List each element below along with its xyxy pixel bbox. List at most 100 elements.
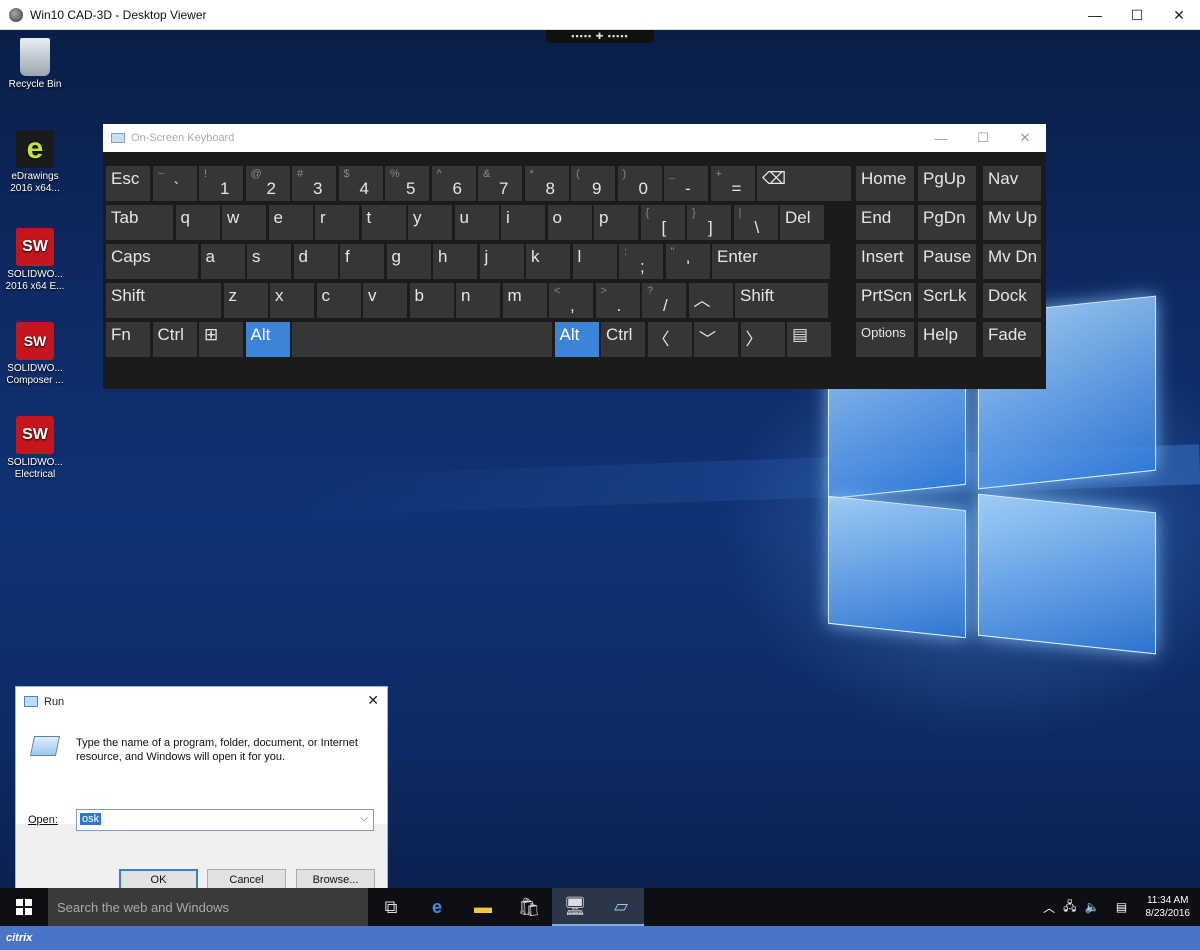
open-input-value[interactable]: osk	[80, 813, 102, 825]
osk-key[interactable]: Home	[856, 166, 914, 201]
osk-key[interactable]: r	[315, 205, 359, 240]
osk-key[interactable]: 〉	[740, 322, 785, 357]
osk-minimize-button[interactable]: —	[920, 124, 962, 152]
osk-key[interactable]: ScrLk	[918, 283, 976, 318]
osk-key[interactable]: ⊞	[199, 322, 243, 357]
edge-icon[interactable]: e	[414, 888, 460, 926]
osk-key[interactable]: Esc	[106, 166, 150, 201]
osk-key[interactable]: Shift	[106, 283, 221, 318]
osk-key[interactable]: c	[316, 283, 361, 318]
osk-key[interactable]: t	[361, 205, 406, 240]
osk-key[interactable]: w	[222, 205, 266, 240]
osk-key[interactable]: }]	[687, 205, 731, 240]
osk-key[interactable]: :;	[619, 244, 663, 279]
osk-key[interactable]: h	[433, 244, 477, 279]
osk-key[interactable]: ! 1	[199, 166, 243, 201]
osk-key[interactable]: PrtScn	[856, 283, 914, 318]
osk-key[interactable]: + =	[710, 166, 755, 201]
open-combobox[interactable]: osk ⌵	[76, 809, 374, 831]
desktop-icon-solidworks[interactable]: SW SOLIDWO... 2016 x64 E...	[0, 228, 70, 293]
osk-key[interactable]: v	[363, 283, 407, 318]
osk-key[interactable]: #3	[292, 166, 336, 201]
osk-key[interactable]: s	[247, 244, 291, 279]
osk-key[interactable]: ▤	[787, 322, 831, 357]
osk-key[interactable]: a	[200, 244, 245, 279]
clock[interactable]: 11:34 AM 8/23/2016	[1146, 894, 1191, 920]
osk-key[interactable]	[292, 322, 552, 357]
taskbar-search-box[interactable]: Search the web and Windows	[48, 888, 368, 926]
osk-key[interactable]: Del	[780, 205, 824, 240]
osk-key[interactable]: ~ `	[152, 166, 197, 201]
osk-key[interactable]: _ -	[664, 166, 708, 201]
network-icon[interactable]: 🖧	[1063, 897, 1076, 918]
osk-key[interactable]: Dock	[983, 283, 1041, 318]
osk-key[interactable]: g	[386, 244, 431, 279]
osk-key[interactable]: $4	[338, 166, 383, 201]
network-computer-icon[interactable]: 🖥	[552, 888, 598, 926]
run-close-button[interactable]: ✕	[367, 692, 379, 709]
osk-key[interactable]: e	[268, 205, 313, 240]
osk-key[interactable]: o	[547, 205, 592, 240]
osk-key[interactable]: Nav	[983, 166, 1041, 201]
osk-key[interactable]: Ctrl	[152, 322, 197, 357]
osk-key[interactable]: z	[223, 283, 268, 318]
osk-key[interactable]: Caps	[106, 244, 198, 279]
osk-key[interactable]: ^ 6	[431, 166, 476, 201]
osk-key[interactable]: Alt	[554, 322, 599, 357]
osk-key[interactable]: m	[502, 283, 547, 318]
osk-key[interactable]: Shift	[735, 283, 828, 318]
osk-key[interactable]: k	[526, 244, 570, 279]
osk-key[interactable]: ? /	[642, 283, 686, 318]
osk-key[interactable]: i	[501, 205, 545, 240]
osk-key[interactable]: ︿	[688, 283, 733, 318]
close-button[interactable]: ✕	[1158, 0, 1200, 30]
task-view-icon[interactable]: ⧉	[368, 888, 414, 926]
osk-key[interactable]: PgUp	[918, 166, 976, 201]
osk-key[interactable]: f	[340, 244, 384, 279]
osk-key[interactable]: Insert	[856, 244, 914, 279]
osk-key[interactable]: Fade	[983, 322, 1041, 357]
osk-key[interactable]: d	[293, 244, 338, 279]
osk-key[interactable]: Enter	[712, 244, 830, 279]
notification-icon[interactable]: ▤	[1108, 900, 1136, 914]
osk-key[interactable]: q	[175, 205, 220, 240]
osk-key[interactable]: <,	[549, 283, 593, 318]
osk-key[interactable]: b	[409, 283, 454, 318]
osk-key[interactable]: | \	[733, 205, 778, 240]
osk-key[interactable]: x	[270, 283, 314, 318]
osk-key[interactable]: n	[456, 283, 500, 318]
volume-icon[interactable]: 🔈	[1085, 900, 1100, 914]
osk-key[interactable]: l	[572, 244, 617, 279]
desktop-icon-solidworks-composer[interactable]: SW SOLIDWO... Composer ...	[0, 322, 70, 387]
store-icon[interactable]: 🛍	[506, 888, 552, 926]
osk-key[interactable]: p	[594, 205, 638, 240]
osk-key[interactable]: Alt	[245, 322, 290, 357]
viewer-toolbar-handle[interactable]: ▪▪▪▪▪ ✚ ▪▪▪▪▪	[546, 30, 654, 43]
osk-key[interactable]: u	[454, 205, 499, 240]
osk-key[interactable]: 〈	[647, 322, 692, 357]
osk-key[interactable]: * 8	[524, 166, 569, 201]
desktop-icon-recycle-bin[interactable]: Recycle Bin	[0, 38, 70, 91]
osk-key[interactable]: & 7	[478, 166, 522, 201]
osk-key[interactable]: (9	[571, 166, 615, 201]
osk-key[interactable]: Ctrl	[601, 322, 645, 357]
desktop-icon-edrawings[interactable]: e eDrawings 2016 x64...	[0, 130, 70, 195]
file-explorer-icon[interactable]: ▬	[460, 888, 506, 926]
maximize-button[interactable]: ☐	[1116, 0, 1158, 30]
osk-key[interactable]: Mv Up	[983, 205, 1041, 240]
osk-key[interactable]: Pause	[918, 244, 976, 279]
osk-key[interactable]: Options	[856, 322, 914, 357]
osk-key[interactable]: j	[479, 244, 524, 279]
osk-key[interactable]: % 5	[385, 166, 429, 201]
osk-key[interactable]: ﹀	[694, 322, 738, 357]
osk-key[interactable]: Mv Dn	[983, 244, 1041, 279]
osk-key[interactable]: Help	[918, 322, 976, 357]
osk-maximize-button[interactable]: ☐	[962, 124, 1004, 152]
osk-key[interactable]: Tab	[106, 205, 173, 240]
osk-key[interactable]: End	[856, 205, 914, 240]
run-app-icon[interactable]: ▱	[598, 888, 644, 926]
osk-key[interactable]: @2	[245, 166, 290, 201]
osk-key[interactable]: {[	[640, 205, 685, 240]
osk-key[interactable]: Fn	[106, 322, 150, 357]
desktop-icon-solidworks-electrical[interactable]: SW SOLIDWO... Electrical	[0, 416, 70, 481]
